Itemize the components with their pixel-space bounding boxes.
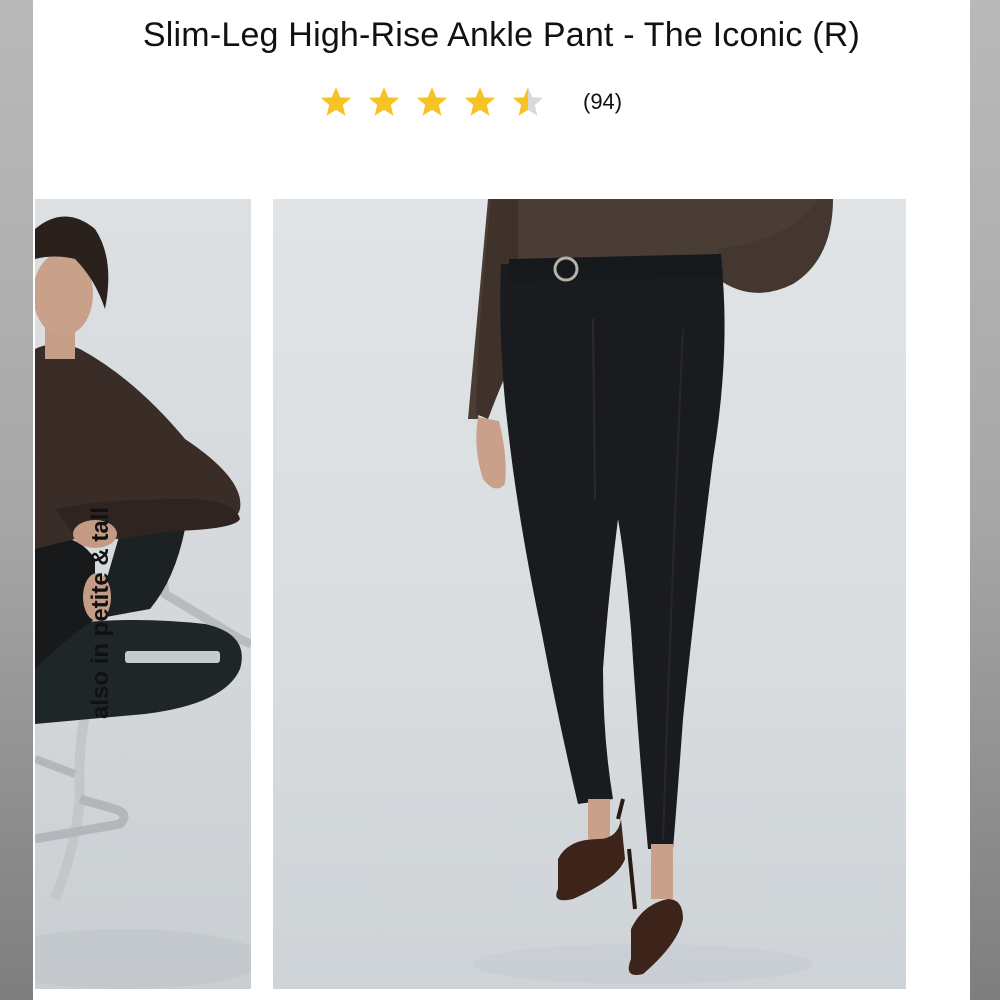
pants-model-photo: [468, 199, 833, 984]
review-count[interactable]: (94): [583, 89, 622, 115]
seated-model-photo: [35, 216, 251, 989]
product-title: Slim-Leg High-Rise Ankle Pant - The Icon…: [142, 16, 861, 54]
star-icon: [512, 87, 544, 116]
product-page: Slim-Leg High-Rise Ankle Pant - The Icon…: [33, 0, 970, 1000]
product-rating[interactable]: (94): [319, 82, 622, 122]
star-icon: [416, 87, 448, 116]
star-icon: [320, 87, 352, 116]
star-icon: [368, 87, 400, 116]
thumbnail-image-petite-tall[interactable]: also in petite & tall: [35, 199, 251, 989]
petite-tall-label: also in petite & tall: [87, 506, 114, 719]
main-product-image[interactable]: [273, 199, 906, 989]
star-icon: [464, 87, 496, 116]
rating-stars: [319, 85, 559, 119]
